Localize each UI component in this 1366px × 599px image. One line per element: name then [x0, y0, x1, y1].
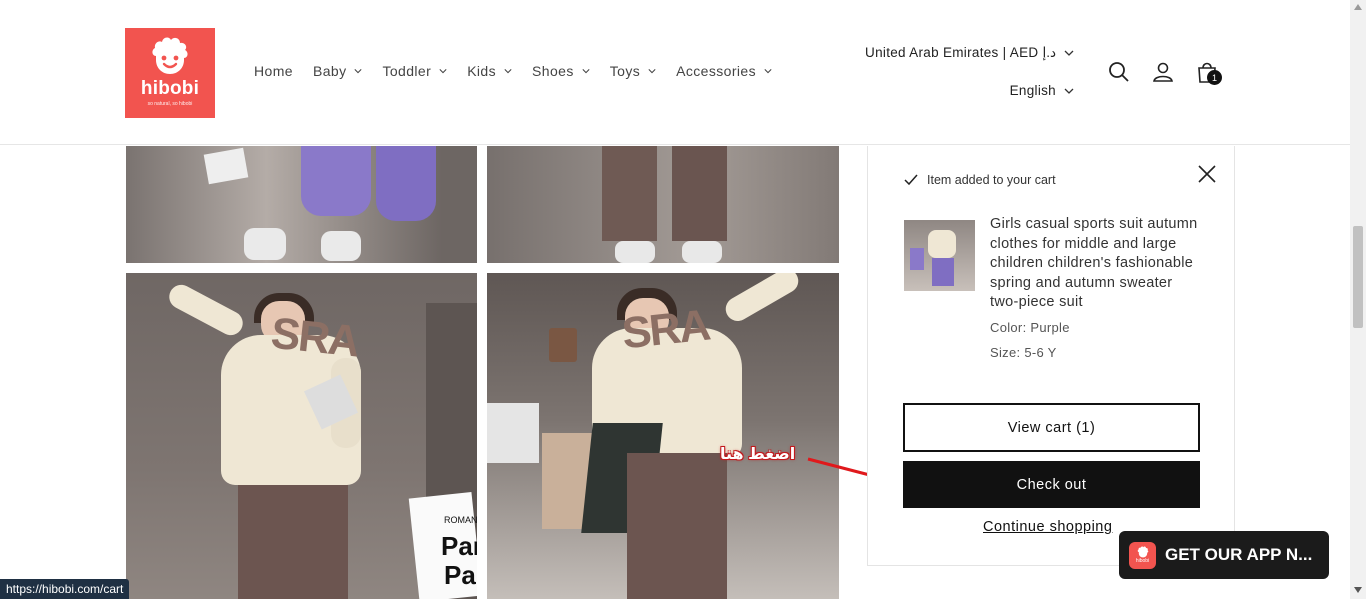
main-nav: Home Baby Toddler Kids Shoes Toys Access… [254, 63, 792, 79]
nav-label: Kids [467, 63, 497, 79]
close-icon[interactable] [1198, 165, 1216, 183]
link-status-url: https://hibobi.com/cart [0, 579, 130, 599]
bag-text: Par [441, 531, 477, 561]
chevron-down-icon [504, 69, 512, 74]
app-logo-text: hibobi [1135, 558, 1150, 564]
cart-count-badge: 1 [1207, 70, 1222, 85]
bag-text: ROMANT [444, 515, 477, 525]
sweater-print-text: SRA [619, 300, 712, 359]
get-app-banner[interactable]: hibobi GET OUR APP N... [1119, 531, 1329, 579]
scrollbar-thumb[interactable] [1353, 226, 1363, 328]
nav-item-toddler[interactable]: Toddler [382, 63, 447, 79]
bag-text: Pa [444, 560, 476, 590]
cart-item-thumbnail [904, 220, 975, 291]
continue-shopping-link[interactable]: Continue shopping [983, 519, 1112, 535]
language-selector[interactable]: English [1010, 83, 1074, 98]
search-icon[interactable] [1107, 60, 1131, 84]
nav-label: Baby [312, 63, 347, 79]
nav-label: Toddler [382, 63, 432, 79]
get-app-label: GET OUR APP N... [1165, 545, 1313, 564]
brand-name: hibobi [140, 78, 200, 99]
chevron-down-icon [582, 69, 590, 74]
scroll-up-arrow-icon[interactable] [1354, 4, 1362, 10]
logo-face-icon [152, 37, 188, 74]
annotation-label: اضغط هنا [720, 446, 796, 463]
cart-item-title: Girls casual sports suit autumn clothes … [990, 216, 1198, 311]
country-selector[interactable]: United Arab Emirates | AED د.إ [865, 45, 1074, 61]
nav-item-home[interactable]: Home [254, 63, 293, 79]
brand-logo[interactable]: hibobi so natural, so hibobi [125, 28, 215, 118]
nav-label: Toys [609, 63, 641, 79]
nav-label: Home [254, 63, 293, 79]
nav-item-accessories[interactable]: Accessories [676, 63, 772, 79]
product-photo-1[interactable] [126, 146, 477, 263]
chevron-down-icon [764, 69, 772, 74]
cart-added-status: Item added to your cart [904, 173, 1056, 187]
cart-item-color: Color: Purple [990, 320, 1070, 335]
nav-item-shoes[interactable]: Shoes [532, 63, 590, 79]
cart-notification-drawer: Item added to your cart Girls casual spo… [867, 146, 1235, 566]
nav-item-baby[interactable]: Baby [313, 63, 363, 79]
product-photo-3[interactable]: SRA ROMANT Par Pa [126, 273, 477, 599]
language-label: English [1009, 83, 1056, 98]
page-scrollbar[interactable] [1350, 0, 1366, 599]
product-photo-4[interactable]: SRA [487, 273, 839, 599]
country-label: United Arab Emirates | AED د.إ [865, 45, 1056, 60]
chevron-down-icon [1064, 50, 1074, 56]
nav-item-toys[interactable]: Toys [610, 63, 656, 79]
brand-tagline: so natural, so hibobi [147, 101, 193, 107]
view-cart-button[interactable]: View cart (1) [903, 403, 1200, 452]
cart-added-text: Item added to your cart [927, 173, 1056, 187]
nav-label: Accessories [676, 63, 756, 79]
app-logo-icon: hibobi [1129, 541, 1156, 569]
site-header: hibobi so natural, so hibobi Home Baby T… [0, 0, 1350, 145]
cart-item-size: Size: 5-6 Y [990, 345, 1057, 360]
product-photo-2[interactable] [487, 146, 839, 263]
chevron-down-icon [648, 69, 656, 74]
sweater-print-text: SRA [268, 308, 361, 367]
chevron-down-icon [439, 69, 447, 74]
nav-item-kids[interactable]: Kids [467, 63, 512, 79]
account-icon[interactable] [1151, 60, 1175, 84]
chevron-down-icon [354, 69, 363, 74]
checkout-button[interactable]: Check out [903, 461, 1200, 508]
chevron-down-icon [1064, 88, 1074, 94]
nav-label: Shoes [532, 63, 574, 79]
checkmark-icon [904, 174, 918, 186]
scroll-down-arrow-icon[interactable] [1354, 587, 1362, 593]
